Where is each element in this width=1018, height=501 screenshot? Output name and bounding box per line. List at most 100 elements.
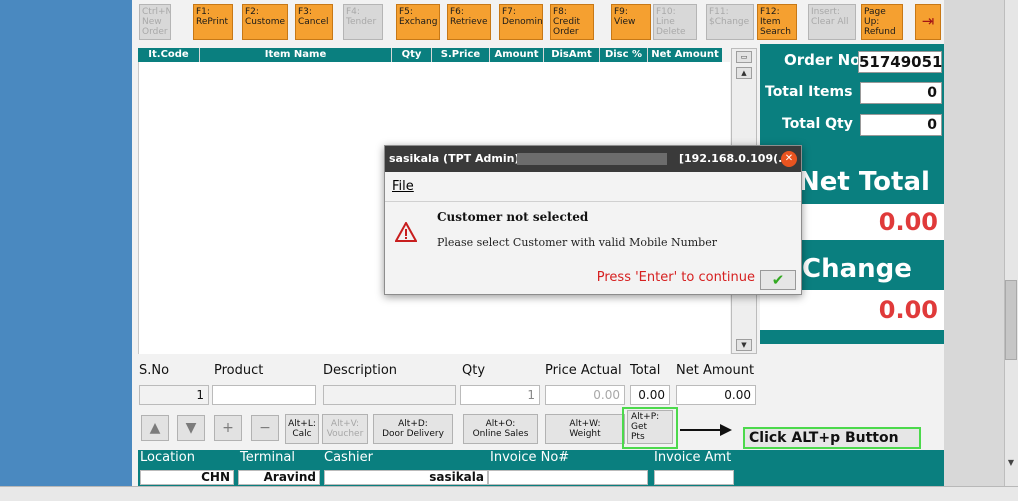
dialog-prompt: Press 'Enter' to continue (596, 270, 755, 285)
page-scrollbar[interactable] (1004, 0, 1018, 501)
close-icon[interactable]: ✕ (781, 151, 797, 167)
terminal-label: Terminal (240, 450, 295, 465)
button-label: Alt+O: (485, 419, 516, 429)
status-bar: Location Terminal Cashier Invoice No# In… (138, 450, 944, 486)
sno-label: S.No (139, 363, 170, 378)
terminal-value: Aravind (238, 470, 320, 485)
key-label: F7: (502, 7, 516, 17)
weight-button[interactable]: Alt+W: Weight (545, 414, 625, 444)
description-label: Description (323, 363, 398, 378)
customer-button[interactable]: F2: Custome (242, 4, 288, 40)
denomination-button[interactable]: F7: Denomin (499, 4, 543, 40)
total-label: Total (630, 363, 661, 378)
key-label: F5: (399, 7, 413, 17)
total-qty-value: 0 (860, 114, 942, 136)
move-down-icon[interactable]: ▼ (177, 415, 205, 441)
view-button[interactable]: F9: View (611, 4, 651, 40)
key-label: Insert: (811, 7, 840, 17)
key-label: F11: (709, 7, 729, 17)
key-label: Tender (346, 17, 377, 27)
key-label: F9: (614, 7, 628, 17)
calc-button[interactable]: Alt+L: Calc (285, 414, 319, 444)
plus-icon[interactable]: + (214, 415, 242, 441)
scroll-down-icon[interactable]: ▼ (736, 339, 752, 351)
scroll-down-icon[interactable]: ▼ (1004, 456, 1018, 470)
key-label: Order (142, 27, 168, 37)
columns-icon[interactable]: ▭ (736, 51, 752, 63)
change-button[interactable]: F11: $Change (706, 4, 754, 40)
door-delivery-button[interactable]: Alt+D: Door Delivery (373, 414, 453, 444)
change-value: 0.00 (878, 296, 938, 324)
key-label: Page (864, 7, 886, 17)
col-disc-pct: Disc % (600, 48, 648, 62)
key-label: F1: (196, 7, 210, 17)
grid-header: It.Code Item Name Qty S.Price Amount Dis… (138, 48, 722, 62)
arrow-icon (680, 429, 720, 431)
key-label: Denomin (502, 17, 543, 27)
exchange-button[interactable]: F5: Exchang (396, 4, 440, 40)
credit-order-button[interactable]: F8: Credit Order (550, 4, 594, 40)
order-no-value: 51749051 (858, 51, 943, 73)
key-label: F12: (760, 7, 780, 17)
retrieve-button[interactable]: F6: Retrieve (447, 4, 491, 40)
change-box: 0.00 (760, 290, 944, 330)
key-label: $Change (709, 17, 750, 27)
key-label: F4: (346, 7, 360, 17)
description-field[interactable] (323, 385, 456, 405)
button-label: Weight (569, 429, 601, 439)
voucher-button[interactable]: Alt+V: Voucher (322, 414, 368, 444)
line-delete-button[interactable]: F10: Line Delete (653, 4, 697, 40)
col-qty: Qty (392, 48, 432, 62)
key-label: Exchang (399, 17, 438, 27)
product-field[interactable] (212, 385, 316, 405)
key-label: New (142, 17, 162, 27)
invoice-no-value (488, 470, 648, 485)
button-label: Alt+V: (330, 419, 360, 429)
key-label: F8: (553, 7, 567, 17)
price-actual-field[interactable]: 0.00 (545, 385, 625, 405)
cancel-button[interactable]: F3: Cancel (295, 4, 333, 40)
item-search-button[interactable]: F12: Item Search (757, 4, 797, 40)
col-item-name: Item Name (200, 48, 392, 62)
alert-dialog: sasikala (TPT Admin) @ [192.168.0.109(..… (384, 145, 802, 295)
new-order-button[interactable]: Ctrl+N:NewOrder (139, 4, 171, 40)
minus-icon[interactable]: − (251, 415, 279, 441)
warning-icon (394, 220, 418, 244)
qty-field[interactable]: 1 (460, 385, 540, 405)
invoice-no-label: Invoice No# (490, 450, 570, 465)
key-label: Item (760, 17, 781, 27)
clear-all-button[interactable]: Insert: Clear All (808, 4, 856, 40)
product-label: Product (214, 363, 264, 378)
dialog-menubar: File (385, 172, 801, 202)
menu-file[interactable]: File (392, 172, 414, 202)
col-sprice: S.Price (432, 48, 490, 62)
price-actual-label: Price Actual (545, 363, 622, 378)
dialog-title-ip: [192.168.0.109(... (679, 152, 791, 165)
cashier-label: Cashier (324, 450, 374, 465)
scroll-up-icon[interactable]: ▲ (736, 67, 752, 79)
move-up-icon[interactable]: ▲ (141, 415, 169, 441)
refund-button[interactable]: Page Up: Refund (861, 4, 903, 40)
net-total-label: Net Total (798, 167, 930, 197)
reprint-button[interactable]: F1: RePrint (193, 4, 233, 40)
dialog-heading: Customer not selected (437, 210, 589, 224)
col-item-code: It.Code (138, 48, 200, 62)
key-label: Credit (553, 17, 581, 27)
ok-button[interactable]: ✔ (760, 270, 796, 290)
online-sales-button[interactable]: Alt+O: Online Sales (463, 414, 538, 444)
key-label: F6: (450, 7, 464, 17)
button-label: Alt+L: (288, 419, 316, 429)
key-label: Refund (864, 27, 896, 37)
exit-icon[interactable]: ⇥ (915, 4, 941, 40)
location-label: Location (140, 450, 195, 465)
button-label: Calc (292, 429, 312, 439)
key-label: Search (760, 27, 791, 37)
bottom-strip (0, 486, 1018, 501)
net-amount-field: 0.00 (676, 385, 756, 405)
key-label: Clear All (811, 17, 849, 27)
total-items-value: 0 (860, 82, 942, 104)
tender-button[interactable]: F4: Tender (343, 4, 383, 40)
dialog-titlebar[interactable]: sasikala (TPT Admin) @ [192.168.0.109(..… (385, 146, 801, 172)
page-scrollbar-thumb[interactable] (1005, 280, 1017, 360)
desktop-background (0, 0, 132, 501)
